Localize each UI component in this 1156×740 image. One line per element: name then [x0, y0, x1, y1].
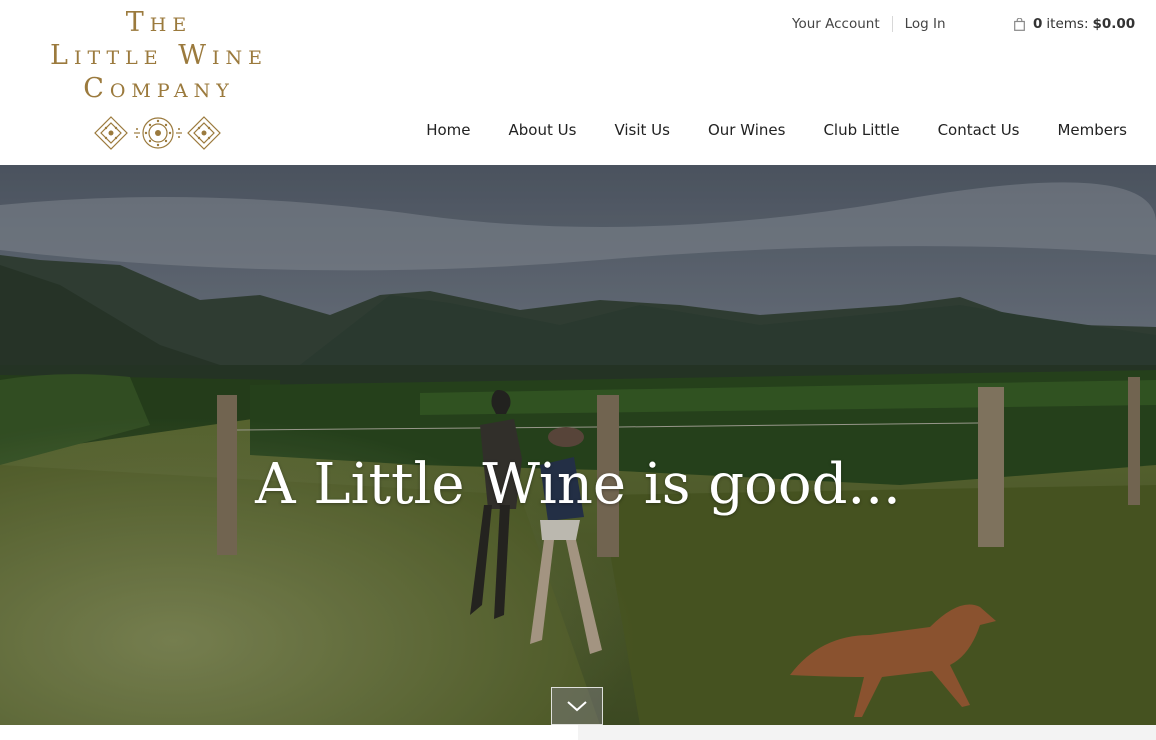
logo-line-3: Company: [83, 73, 235, 104]
cart-count: 0: [1033, 16, 1043, 32]
content-section-edge: [578, 725, 1156, 740]
main-navigation: Home About Us Visit Us Our Wines Club Li…: [426, 120, 1127, 140]
nav-about-us[interactable]: About Us: [509, 120, 577, 140]
nav-home[interactable]: Home: [426, 120, 470, 140]
cart-total: $0.00: [1092, 16, 1136, 32]
nav-visit-us[interactable]: Visit Us: [614, 120, 670, 140]
site-logo[interactable]: The Little Wine Company: [48, 8, 270, 154]
cart-items-label: items:: [1046, 16, 1089, 32]
nav-contact-us[interactable]: Contact Us: [938, 120, 1020, 140]
nav-members[interactable]: Members: [1057, 120, 1127, 140]
hero-banner: A Little Wine is good...: [0, 165, 1156, 725]
logo-line-1: The: [125, 7, 193, 38]
site-header: The Little Wine Company Your Account Log…: [0, 0, 1156, 165]
account-links: Your Account Log In: [780, 14, 958, 34]
log-in-link[interactable]: Log In: [891, 16, 958, 32]
hero-title: A Little Wine is good...: [255, 452, 901, 517]
your-account-link[interactable]: Your Account: [780, 16, 892, 32]
nav-our-wines[interactable]: Our Wines: [708, 120, 785, 140]
cart-summary[interactable]: 0 items: $0.00: [1014, 14, 1135, 34]
diamond-pattern-icon: [94, 116, 221, 150]
shopping-bag-icon: [1014, 17, 1025, 31]
chevron-down-icon: [567, 701, 587, 712]
nav-club-little[interactable]: Club Little: [823, 120, 899, 140]
logo-line-2: Little Wine: [50, 40, 268, 71]
vineyard-hero-image: [0, 165, 1156, 725]
scroll-down-button[interactable]: [551, 687, 603, 725]
